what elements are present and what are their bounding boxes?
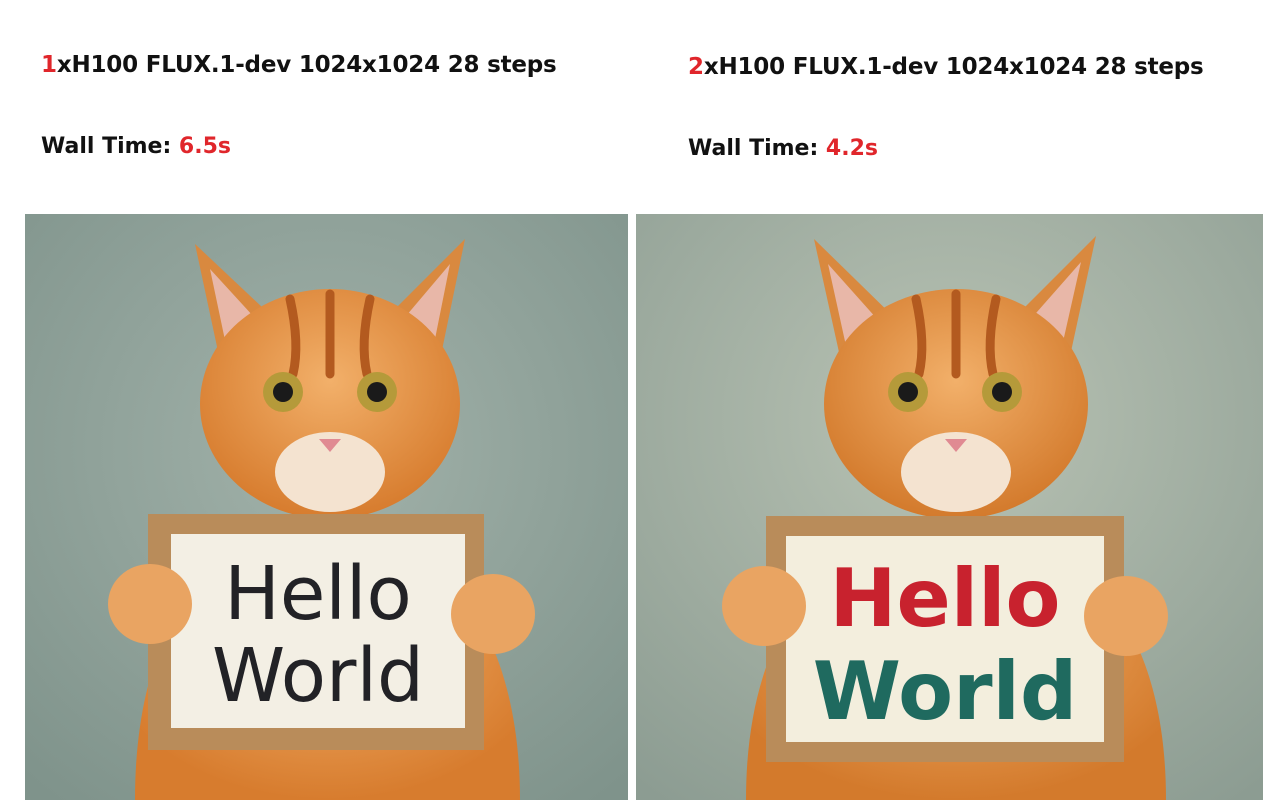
left-pupil bbox=[273, 382, 293, 402]
right-paw bbox=[451, 574, 535, 654]
gpu-count: 2 bbox=[688, 54, 704, 80]
generated-cat-image: Hello World bbox=[25, 214, 628, 800]
comparison-panel-2x: 2xH100 FLUX.1-dev 1024x1024 28 steps Wal… bbox=[636, 0, 1280, 800]
cat-illustration: Hello World bbox=[636, 214, 1263, 800]
config-text: xH100 FLUX.1-dev 1024x1024 28 steps bbox=[703, 54, 1204, 80]
right-pupil bbox=[992, 382, 1012, 402]
left-pupil bbox=[898, 382, 918, 402]
right-paw bbox=[1084, 576, 1168, 656]
generated-cat-image: Hello World bbox=[636, 214, 1263, 800]
comparison-panel-1x: 1xH100 FLUX.1-dev 1024x1024 28 steps Wal… bbox=[0, 0, 636, 800]
sign-line1: Hello bbox=[224, 551, 412, 637]
config-text: xH100 FLUX.1-dev 1024x1024 28 steps bbox=[56, 52, 557, 78]
wall-time-value: 4.2s bbox=[825, 136, 878, 161]
config-title: 2xH100 FLUX.1-dev 1024x1024 28 steps bbox=[688, 54, 1204, 80]
left-paw bbox=[722, 566, 806, 646]
config-title: 1xH100 FLUX.1-dev 1024x1024 28 steps bbox=[41, 52, 557, 78]
cat-illustration: Hello World bbox=[25, 214, 628, 800]
wall-time-value: 6.5s bbox=[178, 134, 231, 159]
wall-time-label: Wall Time: bbox=[688, 136, 826, 161]
left-paw bbox=[108, 564, 192, 644]
sign-line1: Hello bbox=[829, 552, 1060, 645]
wall-time-label: Wall Time: bbox=[41, 134, 179, 159]
wall-time: Wall Time: 6.5s bbox=[41, 134, 231, 159]
sign-line2: World bbox=[813, 645, 1078, 738]
sign-line2: World bbox=[212, 633, 424, 719]
wall-time: Wall Time: 4.2s bbox=[688, 136, 878, 161]
right-pupil bbox=[367, 382, 387, 402]
gpu-count: 1 bbox=[41, 52, 57, 78]
